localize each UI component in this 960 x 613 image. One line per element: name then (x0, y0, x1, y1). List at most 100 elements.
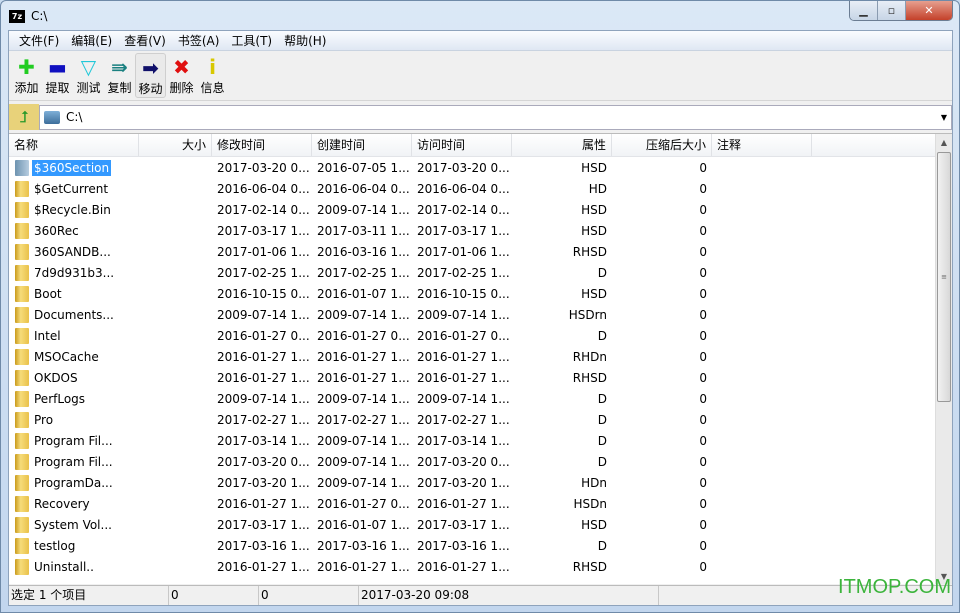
table-row[interactable]: OKDOS 2016-01-27 1... 2016-01-27 1... 2016-… (9, 367, 952, 388)
folder-icon (15, 306, 29, 323)
cell-属性: HSD (581, 223, 607, 238)
toolbar-button-plus[interactable]: ✚ 添加 (11, 53, 42, 98)
cell-属性: HSDrn (568, 307, 607, 322)
menu-item[interactable]: 帮助(H) (278, 32, 332, 49)
status-bar: 选定 1 个项目 0 0 2017-03-20 09:08 (9, 585, 952, 605)
up-folder-button[interactable]: ⮥ (9, 104, 39, 130)
table-row[interactable]: Documents... 2009-07-14 1... 2009-07-14 1.… (9, 304, 952, 325)
cell-属性: D (597, 454, 607, 469)
cell-压缩后大小: 0 (699, 454, 707, 469)
toolbar-button-minus[interactable]: ▬ 提取 (42, 53, 73, 98)
name-cell: Recovery (9, 495, 212, 512)
table-row[interactable]: $GetCurrent 2016-06-04 0... 2016-06-04 0..… (9, 178, 952, 199)
cell-创建时间: 2016-01-07 1... (317, 517, 410, 532)
window-controls: ▁ ▫ ✕ (849, 1, 953, 21)
file-name: Recovery (34, 496, 90, 511)
cell-属性: HSDn (573, 496, 608, 511)
cell-压缩后大小: 0 (699, 370, 707, 385)
toolbar-button-delete-x[interactable]: ✖ 删除 (166, 53, 197, 98)
toolbar-button-label: 测试 (76, 81, 101, 95)
table-row[interactable]: Recovery 2016-01-27 1... 2016-01-27 0... 20… (9, 493, 952, 514)
watermark: ITMOP.COM (838, 576, 951, 598)
toolbar: ✚ 添加 ▬ 提取 ▽ 测试 ⇛ 复制 ➡ 移动 ✖ 删除 i 信息 (9, 51, 952, 101)
name-cell: ProgramDa... (9, 474, 212, 491)
cell-压缩后大小: 0 (699, 538, 707, 553)
toolbar-button-copy-arrow[interactable]: ⇛ 复制 (104, 53, 135, 98)
title-bar: 7z C:\ (9, 7, 47, 25)
table-row[interactable]: ProgramDa... 2017-03-20 1... 2009-07-14 1.… (9, 472, 952, 493)
column-header-3[interactable]: 创建时间 (312, 134, 412, 156)
file-name: MSOCache (34, 349, 99, 364)
name-cell: Pro (9, 411, 212, 428)
table-row[interactable]: 7d9d931b3... 2017-02-25 1... 2017-02-25 1.… (9, 262, 952, 283)
table-row[interactable]: Uninstall.. 2016-01-27 1... 2016-01-27 1..… (9, 556, 952, 577)
toolbar-button-label: 移动 (138, 82, 163, 96)
cell-压缩后大小: 0 (699, 265, 707, 280)
toolbar-button-info[interactable]: i 信息 (197, 53, 228, 98)
table-row[interactable]: System Vol... 2017-03-17 1... 2016-01-07 1… (9, 514, 952, 535)
table-row[interactable]: PerfLogs 2009-07-14 1... 2009-07-14 1... 20… (9, 388, 952, 409)
menu-item[interactable]: 编辑(E) (65, 32, 118, 49)
column-header-0[interactable]: 名称 (9, 134, 139, 156)
table-row[interactable]: $360Section 2017-03-20 0... 2016-07-05 1..… (9, 157, 952, 178)
vertical-scrollbar[interactable]: ▲ ≡ ▼ (935, 134, 952, 584)
table-row[interactable]: Pro 2017-02-27 1... 2017-02-27 1... 2017-02… (9, 409, 952, 430)
scroll-up-arrow-icon[interactable]: ▲ (936, 134, 952, 151)
cell-修改时间: 2017-02-14 0... (217, 202, 310, 217)
cell-修改时间: 2017-03-17 1... (217, 223, 310, 238)
column-header-6[interactable]: 压缩后大小 (612, 134, 712, 156)
table-row[interactable]: Program Fil... 2017-03-14 1... 2009-07-14 … (9, 430, 952, 451)
cell-访问时间: 2017-03-17 1... (417, 517, 510, 532)
table-row[interactable]: 360Rec 2017-03-17 1... 2017-03-11 1... 2017… (9, 220, 952, 241)
cell-创建时间: 2016-01-27 1... (317, 370, 410, 385)
column-header-4[interactable]: 访问时间 (412, 134, 512, 156)
maximize-button[interactable]: ▫ (878, 1, 906, 20)
cell-访问时间: 2016-01-27 0... (417, 328, 510, 343)
dropdown-arrow-icon[interactable]: ▼ (941, 113, 947, 122)
cell-创建时间: 2017-02-27 1... (317, 412, 410, 427)
name-cell: Uninstall.. (9, 558, 212, 575)
table-row[interactable]: Intel 2016-01-27 0... 2016-01-27 0... 2016-… (9, 325, 952, 346)
name-cell: Program Fil... (9, 432, 212, 449)
cell-创建时间: 2009-07-14 1... (317, 307, 410, 322)
menu-item[interactable]: 文件(F) (13, 32, 65, 49)
column-header-5[interactable]: 属性 (512, 134, 612, 156)
scroll-thumb[interactable]: ≡ (937, 152, 951, 402)
table-row[interactable]: Program Fil... 2017-03-20 0... 2009-07-14 … (9, 451, 952, 472)
status-field: 2017-03-20 09:08 (359, 586, 659, 605)
table-row[interactable]: 360SANDB... 2017-01-06 1... 2016-03-16 1..… (9, 241, 952, 262)
name-cell: $GetCurrent (9, 180, 212, 197)
cell-访问时间: 2017-01-06 1... (417, 244, 510, 259)
minimize-button[interactable]: ▁ (850, 1, 878, 20)
column-header-7[interactable]: 注释 (712, 134, 812, 156)
file-name: OKDOS (34, 370, 78, 385)
toolbar-button-check-chevron[interactable]: ▽ 测试 (73, 53, 104, 98)
name-cell: 360Rec (9, 222, 212, 239)
table-row[interactable]: MSOCache 2016-01-27 1... 2016-01-27 1... 20… (9, 346, 952, 367)
menu-item[interactable]: 书签(A) (172, 32, 226, 49)
menu-item[interactable]: 工具(T) (225, 32, 278, 49)
file-name: System Vol... (34, 517, 112, 532)
address-input[interactable]: C:\ ▼ (39, 104, 952, 130)
cell-属性: RHSD (572, 370, 607, 385)
cell-修改时间: 2017-03-20 0... (217, 160, 310, 175)
cell-创建时间: 2016-07-05 1... (317, 160, 410, 175)
status-field: 0 (169, 586, 259, 605)
menu-item[interactable]: 查看(V) (118, 32, 172, 49)
toolbar-button-label: 添加 (14, 81, 39, 95)
table-row[interactable]: testlog 2017-03-16 1... 2017-03-16 1... 201… (9, 535, 952, 556)
column-header-1[interactable]: 大小 (139, 134, 212, 156)
table-row[interactable]: $Recycle.Bin 2017-02-14 0... 2009-07-14 1.… (9, 199, 952, 220)
cell-压缩后大小: 0 (699, 559, 707, 574)
file-name: Uninstall.. (34, 559, 94, 574)
cell-访问时间: 2017-02-25 1... (417, 265, 510, 280)
menu-bar: 文件(F) 编辑(E) 查看(V) 书签(A) 工具(T) 帮助(H) (9, 31, 952, 51)
cell-创建时间: 2017-02-25 1... (317, 265, 410, 280)
column-header-2[interactable]: 修改时间 (212, 134, 312, 156)
folder-icon (15, 243, 29, 260)
file-name: Pro (34, 412, 54, 427)
folder-icon (15, 474, 29, 491)
toolbar-button-move-arrow[interactable]: ➡ 移动 (135, 53, 166, 98)
table-row[interactable]: Boot 2016-10-15 0... 2016-01-07 1... 2016-1… (9, 283, 952, 304)
close-button[interactable]: ✕ (906, 1, 952, 20)
